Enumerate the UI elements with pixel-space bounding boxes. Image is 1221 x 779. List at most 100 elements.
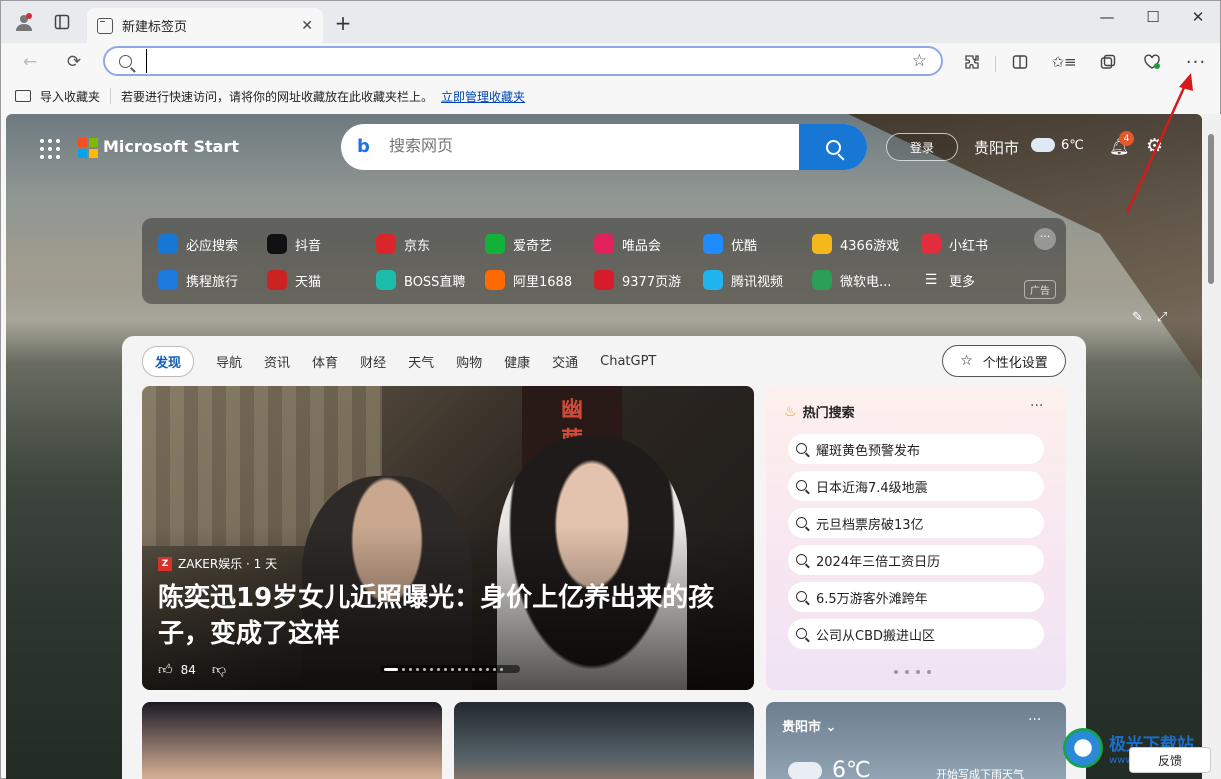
refresh-icon[interactable]: ⟳ <box>63 51 85 73</box>
quick-link-logo-icon <box>376 234 396 254</box>
weather-card-more-icon[interactable]: ··· <box>1028 712 1041 728</box>
hero-source: Z ZAKER娱乐 · 1 天 <box>158 555 277 572</box>
tab-actions-icon[interactable] <box>51 11 73 33</box>
quick-link[interactable]: 9377页游 <box>594 269 681 291</box>
hero-article-card[interactable]: 幽蕨饭 Z ZAKER娱乐 · 1 天 陈奕迅19岁女儿近照曝光：身价上亿养出来… <box>142 386 754 690</box>
feed-tab[interactable]: 交通 <box>552 352 578 371</box>
close-window-button[interactable]: ✕ <box>1176 5 1220 29</box>
scrollbar-thumb[interactable] <box>1208 134 1214 284</box>
back-icon[interactable]: ← <box>19 51 41 73</box>
collections-icon[interactable] <box>1097 51 1119 73</box>
quick-link[interactable]: 抖音 <box>267 233 321 255</box>
minimize-button[interactable]: — <box>1085 5 1129 29</box>
search-button[interactable] <box>799 124 867 170</box>
page-settings-icon[interactable]: ⚙ <box>1146 135 1163 157</box>
quick-link-label: 京东 <box>404 238 431 254</box>
hot-search-item[interactable]: 日本近海7.4级地震 <box>788 471 1044 501</box>
quick-link-label: BOSS直聘 <box>404 274 466 290</box>
quick-link[interactable]: 爱奇艺 <box>485 233 552 255</box>
quick-link[interactable]: 小红书 <box>921 233 988 255</box>
import-favorites-button[interactable]: 导入收藏夹 <box>15 88 100 105</box>
address-input[interactable] <box>146 49 941 73</box>
feed-tab[interactable]: 购物 <box>456 352 482 371</box>
hot-search-more-icon[interactable]: ··· <box>1030 398 1043 414</box>
news-card-image[interactable] <box>142 702 442 779</box>
feed-tab[interactable]: 导航 <box>216 352 242 371</box>
quick-link-logo-icon <box>921 234 941 254</box>
quick-link[interactable]: 4366游戏 <box>812 233 899 255</box>
tab-new-tab[interactable]: 新建标签页 ✕ <box>87 8 323 43</box>
quick-link[interactable]: 天猫 <box>267 269 321 291</box>
quick-link-label: 唯品会 <box>622 238 662 254</box>
quick-link[interactable]: BOSS直聘 <box>376 269 465 291</box>
feedback-button[interactable]: 反馈 <box>1129 747 1211 773</box>
ad-label: 广告 <box>1024 280 1056 299</box>
quick-link[interactable]: 优酷 <box>703 233 757 255</box>
quick-link[interactable]: ☰ 更多 <box>921 269 975 291</box>
hot-search-item[interactable]: 耀斑黄色预警发布 <box>788 434 1044 464</box>
quick-links-more-icon[interactable]: ··· <box>1034 228 1056 250</box>
hot-search-text: 日本近海7.4级地震 <box>816 480 928 496</box>
quick-link[interactable]: 携程旅行 <box>158 269 238 291</box>
profile-icon[interactable] <box>13 11 35 33</box>
feed-tab[interactable]: 天气 <box>408 352 434 371</box>
quick-link[interactable]: 腾讯视频 <box>703 269 783 291</box>
cloud-icon <box>788 762 822 779</box>
quick-link[interactable]: 京东 <box>376 233 430 255</box>
quick-link[interactable]: 微软电... <box>812 269 891 291</box>
weather-city[interactable]: 贵阳市 <box>974 137 1019 158</box>
favorites-hint: 若要进行快速访问，请将你的网址收藏放在此收藏夹栏上。 <box>121 89 434 104</box>
login-button[interactable]: 登录 <box>886 133 958 161</box>
feed-tab[interactable]: 体育 <box>312 352 338 371</box>
weather-card[interactable]: 贵阳市 ⌄ ··· 6℃ 开始写成下雨天气 <box>766 702 1066 779</box>
hot-search-header: ♨ 热门搜索 <box>784 402 855 422</box>
favorites-icon[interactable]: ✩≡ <box>1051 51 1076 73</box>
brand-title[interactable]: Microsoft Start <box>103 137 239 156</box>
browser-essentials-icon[interactable] <box>1141 51 1163 73</box>
personalize-button[interactable]: ☆ 个性化设置 <box>942 345 1066 377</box>
favorite-star-icon[interactable]: ☆ <box>912 51 927 71</box>
address-bar[interactable]: ☆ <box>103 46 943 76</box>
web-search-box[interactable]: b <box>341 124 867 170</box>
search-icon <box>796 554 807 565</box>
split-screen-icon[interactable] <box>1009 51 1031 73</box>
feed-tab[interactable]: ChatGPT <box>600 354 656 369</box>
hot-search-pager[interactable] <box>894 670 931 674</box>
hero-headline[interactable]: 陈奕迅19岁女儿近照曝光：身价上亿养出来的孩子，变成了这样 <box>158 580 738 652</box>
quick-link-label: 抖音 <box>295 238 322 254</box>
hot-search-item[interactable]: 公司从CBD搬进山区 <box>788 619 1044 649</box>
microsoft-logo-icon <box>78 138 98 158</box>
news-card-image[interactable] <box>454 702 754 779</box>
hot-search-text: 耀斑黄色预警发布 <box>816 443 921 459</box>
quick-link-label: 爱奇艺 <box>513 238 553 254</box>
feed-tab[interactable]: 健康 <box>504 352 530 371</box>
layout-edit-icons[interactable]: ✎⤢ <box>1132 310 1181 325</box>
web-search-input[interactable] <box>389 138 799 156</box>
weather-temperature[interactable]: 6℃ <box>1061 138 1084 153</box>
settings-more-icon[interactable]: ··· <box>1185 51 1207 73</box>
page-scrollbar[interactable] <box>1202 114 1221 779</box>
app-launcher-icon[interactable] <box>40 139 60 159</box>
new-tab-button[interactable]: + <box>331 11 355 35</box>
extensions-icon[interactable] <box>961 51 983 73</box>
hot-search-item[interactable]: 6.5万游客外滩跨年 <box>788 582 1044 612</box>
thumbs-down-icon[interactable]: 👎︎ <box>212 661 226 678</box>
hot-search-item[interactable]: 元旦档票房破13亿 <box>788 508 1044 538</box>
search-icon <box>119 54 132 68</box>
quick-link-logo-icon <box>703 234 723 254</box>
feed-tab[interactable]: 发现 <box>142 345 195 377</box>
carousel-dots[interactable] <box>380 665 520 673</box>
quick-link[interactable]: 必应搜索 <box>158 233 238 255</box>
quick-link-logo-icon: ☰ <box>924 272 938 288</box>
manage-favorites-link[interactable]: 立即管理收藏夹 <box>441 88 525 105</box>
favorites-bar: 导入收藏夹 若要进行快速访问，请将你的网址收藏放在此收藏夹栏上。 立即管理收藏夹 <box>1 81 1220 111</box>
hot-search-text: 公司从CBD搬进山区 <box>816 628 936 644</box>
hot-search-item[interactable]: 2024年三倍工资日历 <box>788 545 1044 575</box>
thumbs-up-icon[interactable]: 👍︎ <box>158 661 173 678</box>
feed-tab[interactable]: 财经 <box>360 352 386 371</box>
maximize-button[interactable]: ☐ <box>1131 5 1175 29</box>
close-tab-icon[interactable]: ✕ <box>301 18 313 34</box>
quick-link[interactable]: 阿里1688 <box>485 269 572 291</box>
feed-tab[interactable]: 资讯 <box>264 352 290 371</box>
quick-link[interactable]: 唯品会 <box>594 233 661 255</box>
